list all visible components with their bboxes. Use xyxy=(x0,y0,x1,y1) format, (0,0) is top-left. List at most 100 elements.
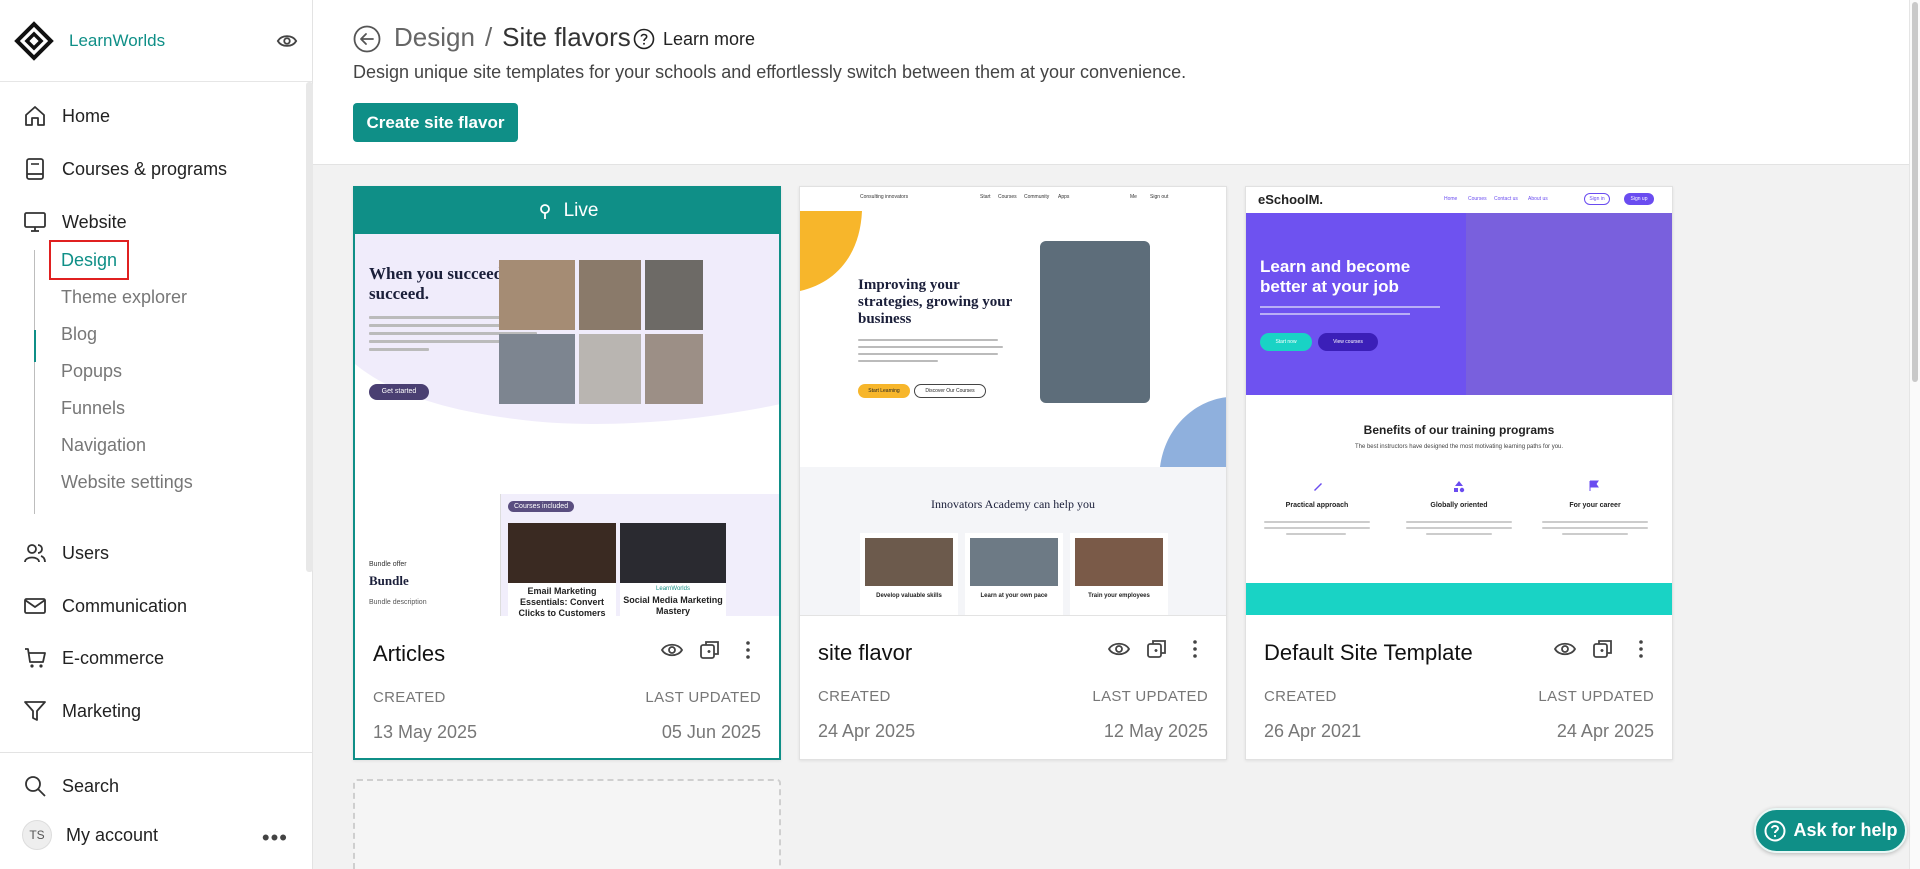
preview-course-2: Social Media Marketing Mastery xyxy=(623,595,723,616)
sidebar-item-label: Communication xyxy=(62,595,188,616)
new-site-flavor-placeholder[interactable] xyxy=(353,779,781,869)
learn-more-link[interactable]: Learn more xyxy=(633,28,755,50)
page-subtitle: Design unique site templates for your sc… xyxy=(353,62,1187,82)
preview-nav-item: Courses xyxy=(998,194,1017,200)
more-options-icon[interactable]: ••• xyxy=(262,825,288,851)
sidebar-item-marketing[interactable]: Marketing xyxy=(22,696,141,726)
updated-label: LAST UPDATED xyxy=(1092,688,1208,705)
preview-nav-item: Courses xyxy=(1468,196,1487,202)
preview-btn-courses: View courses xyxy=(1318,333,1378,351)
updated-label: LAST UPDATED xyxy=(1538,688,1654,705)
sidebar-item-users[interactable]: Users xyxy=(22,538,109,568)
page-scrollbar[interactable] xyxy=(1909,0,1920,869)
sidebar-item-website[interactable]: Website xyxy=(22,207,127,237)
page-title: Site flavors xyxy=(502,22,631,52)
sidebar-subitem-theme-explorer[interactable]: Theme explorer xyxy=(61,285,187,309)
more-vertical-icon[interactable] xyxy=(1182,636,1208,662)
scrollbar-thumb[interactable] xyxy=(1912,2,1918,382)
updated-label: LAST UPDATED xyxy=(645,689,761,706)
preview-eye-icon[interactable] xyxy=(1552,636,1578,662)
preview-signout: Sign out xyxy=(1150,194,1169,200)
preview-btn-discover: Discover Our Courses xyxy=(914,384,986,398)
back-arrow-icon[interactable] xyxy=(353,25,381,53)
brand-name[interactable]: LearnWorlds xyxy=(69,31,165,51)
card-title: Articles xyxy=(373,641,446,666)
preview-bundle-desc: Bundle description xyxy=(369,599,427,606)
more-vertical-icon[interactable] xyxy=(735,637,761,663)
preview-eye-icon[interactable] xyxy=(276,30,298,52)
preview-orange-shape xyxy=(800,211,862,291)
preview-nav-item: Start xyxy=(980,194,991,200)
sidebar-item-communication[interactable]: Communication xyxy=(22,591,187,621)
sidebar-scrollbar[interactable] xyxy=(306,82,313,572)
site-flavor-card-site-flavor[interactable]: Consulting innovators Start Courses Comm… xyxy=(799,186,1227,760)
card-actions xyxy=(1106,636,1208,662)
preview-eye-icon[interactable] xyxy=(659,637,685,663)
breadcrumb-separator: / xyxy=(484,22,493,52)
preview-feature: Train your employees xyxy=(1088,593,1150,599)
duplicate-icon[interactable] xyxy=(1590,636,1616,662)
preview-section-title: Innovators Academy can help you xyxy=(931,497,1095,511)
preview-blue-shape xyxy=(1160,397,1226,467)
preview-signin: Sign in xyxy=(1584,193,1610,205)
created-label: CREATED xyxy=(1264,688,1337,705)
created-date: 13 May 2025 xyxy=(373,722,478,742)
updated-date: 12 May 2025 xyxy=(1103,721,1208,741)
search-icon xyxy=(25,776,46,797)
ask-for-help-button[interactable]: Ask for help xyxy=(1754,808,1907,853)
sidebar-item-label: Website xyxy=(62,211,127,232)
preview-nav-item: Contact us xyxy=(1494,196,1518,202)
more-vertical-icon[interactable] xyxy=(1628,636,1654,662)
site-flavor-card-articles[interactable]: Live When you succeed, we all succeed. G… xyxy=(353,186,781,760)
website-subnav: Design Theme explorer Blog Popups Funnel… xyxy=(34,240,294,514)
brand-header: LearnWorlds xyxy=(0,0,312,82)
live-label: Live xyxy=(563,200,599,221)
sidebar-subitem-design[interactable]: Design xyxy=(49,240,130,280)
sidebar-item-my-account[interactable]: TS My account xyxy=(22,820,158,850)
shapes-icon xyxy=(1454,481,1465,493)
preview-logo: eSchoolM. xyxy=(1258,192,1324,207)
breadcrumb-parent[interactable]: Design xyxy=(394,22,475,53)
preview-bundle-title: Bundle xyxy=(369,573,409,588)
card-preview-site-flavor[interactable]: Consulting innovators Start Courses Comm… xyxy=(800,187,1226,615)
sidebar-subitem-blog[interactable]: Blog xyxy=(61,322,97,346)
sidebar-subitem-popups[interactable]: Popups xyxy=(61,359,122,383)
sidebar-item-search[interactable]: Search xyxy=(22,771,119,801)
sidebar-item-ecommerce[interactable]: E-commerce xyxy=(22,643,164,673)
preview-get-started-button: Get started xyxy=(369,384,429,400)
duplicate-icon[interactable] xyxy=(1144,636,1170,662)
monitor-icon xyxy=(24,212,46,232)
card-preview-default-template[interactable]: eSchoolM. Home Courses Contact us About … xyxy=(1246,187,1672,615)
preview-logo-text: Consulting innovators xyxy=(860,194,909,200)
created-label: CREATED xyxy=(818,688,891,705)
preview-eye-icon[interactable] xyxy=(1106,636,1132,662)
updated-date: 05 Jun 2025 xyxy=(661,722,761,742)
book-icon xyxy=(26,158,44,180)
page-header: Design / Site flavors Learn more Design … xyxy=(313,0,1909,165)
duplicate-icon[interactable] xyxy=(697,637,723,663)
pencil-icon xyxy=(1314,483,1322,491)
site-flavor-card-default-template[interactable]: eSchoolM. Home Courses Contact us About … xyxy=(1245,186,1673,760)
help-label: Ask for help xyxy=(1793,820,1898,840)
card-preview-articles[interactable]: Live When you succeed, we all succeed. G… xyxy=(355,188,779,616)
preview-headline: Learn and become better at your job xyxy=(1260,257,1411,296)
cart-icon xyxy=(25,648,46,668)
learnworlds-logo-icon[interactable] xyxy=(14,20,54,61)
sidebar-subitem-funnels[interactable]: Funnels xyxy=(61,396,125,420)
filter-icon xyxy=(24,701,46,721)
sidebar-subitem-website-settings[interactable]: Website settings xyxy=(61,470,193,494)
sidebar-subitem-navigation[interactable]: Navigation xyxy=(61,433,146,457)
app-root: LearnWorlds Home Courses & programs Webs… xyxy=(0,0,1920,869)
sidebar-item-home[interactable]: Home xyxy=(22,101,110,131)
avatar: TS xyxy=(22,820,52,850)
help-circle-icon xyxy=(1764,820,1786,841)
preview-nav-item: About us xyxy=(1528,196,1548,202)
sidebar-item-courses[interactable]: Courses & programs xyxy=(22,154,227,184)
preview-btn-start: Start now xyxy=(1260,333,1312,351)
preview-course-2-label: LearnWorlds xyxy=(656,586,690,592)
preview-user: Me xyxy=(1130,194,1137,200)
created-label: CREATED xyxy=(373,689,446,706)
live-pin-icon xyxy=(539,204,550,219)
sidebar-item-label: Home xyxy=(62,105,111,126)
create-site-flavor-button[interactable]: Create site flavor xyxy=(353,103,518,142)
